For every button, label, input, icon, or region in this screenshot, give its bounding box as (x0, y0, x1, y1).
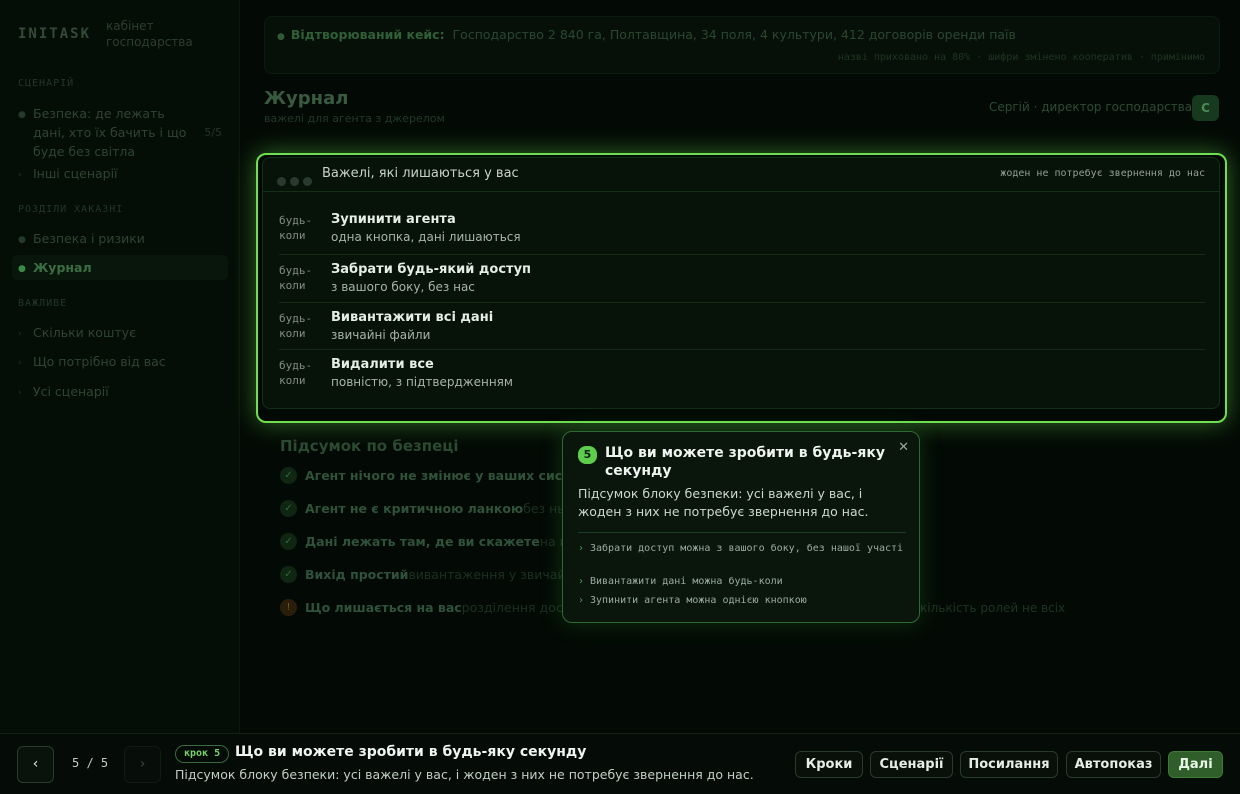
bullet-icon: › (18, 329, 22, 339)
popover-list-item: Забрати доступ можна з вашого боку, без … (578, 542, 908, 556)
footer-description: Підсумок блоку безпеки: усі важелі у вас… (175, 767, 754, 782)
card-note: жоден не потребує звернення до нас (1000, 168, 1205, 179)
logo-subtitle: кабінет господарства (106, 19, 193, 49)
status-dot-icon: ● (277, 32, 285, 42)
step-badge: крок 5 (175, 745, 230, 763)
card-header: Важелі, які лишаються у вас жоден не пот… (263, 158, 1219, 192)
summary-row: ✓Дані лежать там, де ви скажетена вашому (280, 533, 611, 553)
section-label-scenario: СЦЕНАРІЙ (18, 78, 75, 89)
card-title: Важелі, які лишаються у вас (322, 166, 519, 181)
next-arrow-button[interactable]: › (124, 746, 161, 783)
page-subtitle: важелі для агента з джерелом (264, 112, 445, 125)
popover-title: Що ви можете зробити в будь-яку секунду (605, 445, 885, 479)
sidebar-item-security-scenario[interactable]: ● Безпека: де лежать дані, хто їх бачить… (12, 104, 228, 161)
sidebar-item-cost[interactable]: › Скільки коштує (12, 323, 228, 342)
lever-row-export-data[interactable]: будь-коли Вивантажити всі дані звичайні … (279, 302, 1205, 350)
lever-title: Вивантажити всі дані (331, 310, 494, 325)
lever-title: Забрати будь-який доступ (331, 262, 532, 277)
section-label-sections: РОЗДІЛИ ХАКАЗНІ (18, 204, 124, 215)
check-icon: ✓ (280, 467, 297, 484)
check-icon: ✓ (280, 500, 297, 517)
sidebar: INITASK кабінет господарства СЦЕНАРІЙ ● … (0, 0, 240, 733)
user-name: Сергій · директор господарства (989, 100, 1193, 114)
bullet-icon: › (18, 388, 22, 398)
summary-row-tail: кількість ролей не всіх (920, 601, 1066, 615)
scenarios-button[interactable]: Сценарії (870, 751, 953, 778)
popover-list-item: Зупинити агента можна однією кнопкою (578, 594, 908, 608)
summary-row: ! Що лишається на васрозділення доступ (280, 599, 586, 619)
popover-description: Підсумок блоку безпеки: усі важелі у вас… (578, 486, 869, 519)
lever-title: Видалити все (331, 357, 434, 372)
sidebar-item-security-risks[interactable]: ● Безпека і ризики (12, 229, 228, 248)
summary-title: Підсумок по безпеці (280, 437, 459, 455)
step-number-badge: 5 (578, 446, 597, 464)
popover-divider (578, 532, 906, 533)
check-icon: ✓ (280, 533, 297, 550)
lever-when: будь-коли (279, 312, 313, 340)
autoplay-button[interactable]: Автопоказ (1066, 751, 1161, 778)
step-counter: 5 / 5 (72, 756, 109, 770)
prev-button[interactable]: ‹ (17, 746, 54, 783)
warning-icon: ! (280, 599, 297, 616)
sidebar-item-label: Усі сценарії (33, 384, 109, 399)
sidebar-item-label: Безпека і ризики (33, 231, 145, 246)
bullet-icon: ● (18, 235, 26, 245)
page-title: Журнал (264, 88, 349, 109)
lever-row-revoke-access[interactable]: будь-коли Забрати будь-який доступ з ваш… (279, 254, 1205, 302)
section-label-important: ВАЖЛИВЕ (18, 298, 68, 309)
lever-desc: з вашого боку, без нас (331, 280, 475, 294)
bullet-icon: ● (18, 264, 26, 274)
footer-title: Що ви можете зробити в будь-яку секунду (235, 744, 587, 760)
summary-row: ✓ Вихід простийвивантаження у звичайні (280, 566, 577, 586)
lever-when: будь-коли (279, 264, 313, 292)
tour-footer: ‹ 5 / 5 › крок 5 Що ви можете зробити в … (0, 733, 1240, 794)
lever-desc: звичайні файли (331, 328, 431, 342)
bullet-icon: › (18, 170, 22, 180)
window-dots-icon (277, 171, 316, 190)
tour-popover: 5 Що ви можете зробити в будь-яку секунд… (562, 431, 920, 623)
sidebar-item-count: 5/5 (204, 126, 222, 139)
sidebar-item-label: Журнал (33, 260, 92, 275)
sidebar-item-all-scenarios[interactable]: › Усі сценарії (12, 382, 228, 401)
banner-subtext: назві приховано на 80% · шифри змінено к… (837, 52, 1205, 63)
banner-text: Господарство 2 840 га, Полтавщина, 34 по… (452, 27, 1016, 42)
sidebar-item-label: Скільки коштує (33, 325, 136, 340)
sidebar-item-label: Інші сценарії (33, 166, 118, 181)
sidebar-item-requirements[interactable]: › Що потрібно від вас (12, 352, 228, 371)
case-banner: ● Відтворюваний кейс: Господарство 2 840 … (264, 16, 1220, 74)
lever-when: будь-коли (279, 359, 313, 387)
close-icon[interactable]: ✕ (898, 440, 909, 455)
check-icon: ✓ (280, 566, 297, 583)
links-button[interactable]: Посилання (960, 751, 1058, 778)
popover-list-item: Вивантажити дані можна будь-коли (578, 575, 908, 589)
levers-card: Важелі, які лишаються у вас жоден не пот… (262, 157, 1220, 409)
banner-label: Відтворюваний кейс: (290, 27, 445, 42)
lever-desc: одна кнопка, дані лишаються (331, 230, 521, 244)
next-button[interactable]: Далі (1168, 751, 1223, 778)
sidebar-item-label: Безпека: де лежать дані, хто їх бачить і… (33, 106, 187, 159)
sidebar-item-label: Що потрібно від вас (33, 354, 166, 369)
bullet-icon: ● (18, 110, 26, 120)
summary-row: ✓ Агент нічого не змінює у ваших сист (280, 467, 569, 487)
lever-when: будь-коли (279, 214, 313, 242)
sidebar-item-other-scenarios[interactable]: › Інші сценарії (12, 164, 228, 183)
lever-row-stop-agent[interactable]: будь-коли Зупинити агента одна кнопка, д… (279, 209, 1205, 257)
user-avatar-button[interactable]: С (1192, 95, 1219, 121)
steps-button[interactable]: Кроки (795, 751, 863, 778)
lever-row-delete-all[interactable]: будь-коли Видалити все повністю, з підтв… (279, 349, 1205, 397)
lever-title: Зупинити агента (331, 212, 456, 227)
summary-row: ✓ Агент не є критичною ланкоюбез нього (280, 500, 587, 520)
logo: INITASK (18, 26, 92, 42)
bullet-icon: › (18, 358, 22, 368)
sidebar-item-journal[interactable]: ● Журнал (12, 255, 228, 280)
lever-desc: повністю, з підтвердженням (331, 375, 513, 389)
